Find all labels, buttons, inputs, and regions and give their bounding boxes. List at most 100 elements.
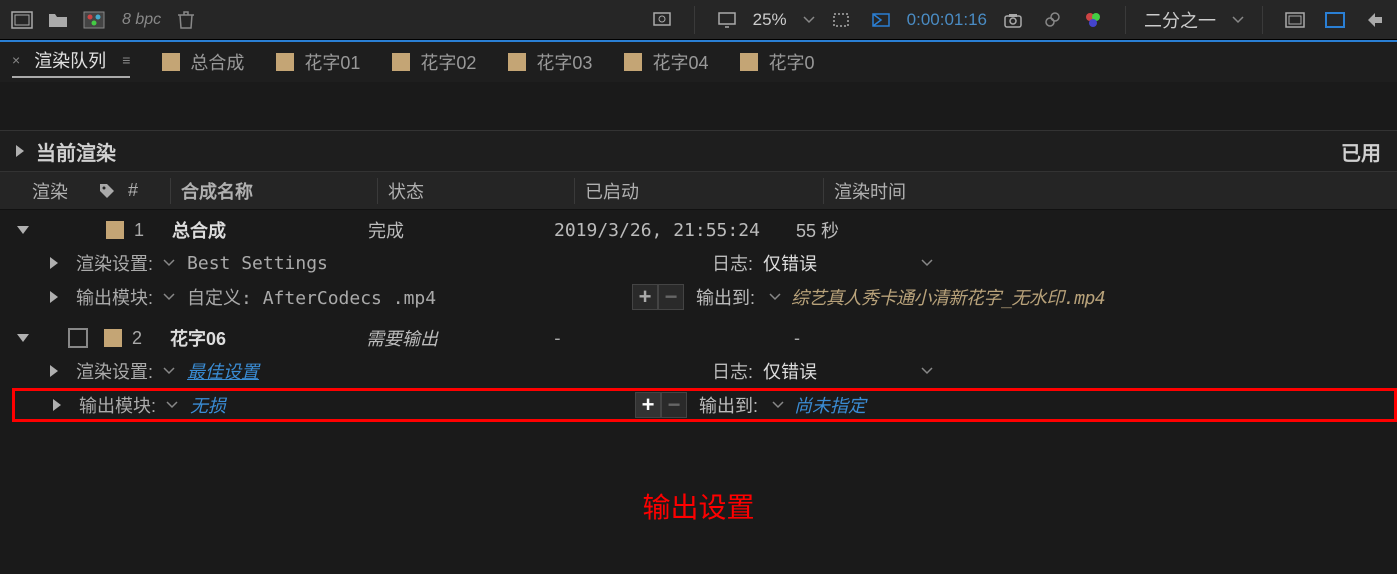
item-comp-name: 总合成 bbox=[172, 217, 368, 243]
item-number: 2 bbox=[132, 328, 170, 349]
output-to-label: 输出到: bbox=[699, 392, 758, 418]
render-settings-row: 渲染设置: 最佳设置 日志: 仅错误 bbox=[12, 354, 1397, 388]
monitor-icon[interactable] bbox=[713, 8, 741, 32]
tab-label: 总合成 bbox=[190, 49, 244, 75]
render-settings-label: 渲染设置: bbox=[76, 250, 153, 276]
top-toolbar: 8 bpc 25% 0:00:01:16 二分之一 bbox=[0, 0, 1397, 40]
timecode-display[interactable]: 0:00:01:16 bbox=[907, 10, 987, 30]
tab-composition[interactable]: 花字03 bbox=[508, 49, 592, 75]
expand-arrow[interactable] bbox=[44, 365, 64, 377]
resolution-dropdown[interactable]: 二分之一 bbox=[1144, 7, 1216, 33]
snapshot-icon[interactable] bbox=[999, 8, 1027, 32]
close-icon[interactable]: × bbox=[12, 52, 20, 68]
col-divider bbox=[170, 178, 171, 204]
col-render: 渲染 bbox=[32, 178, 98, 204]
toolbar-left: 8 bpc bbox=[0, 8, 197, 32]
expand-arrow[interactable] bbox=[14, 226, 32, 234]
chevron-down-icon[interactable] bbox=[1232, 16, 1244, 24]
output-module-value[interactable]: 无损 bbox=[190, 392, 226, 418]
chevron-down-icon[interactable] bbox=[163, 367, 179, 375]
zoom-dropdown[interactable]: 25% bbox=[753, 10, 787, 30]
col-tag-icon bbox=[98, 182, 128, 200]
tab-composition[interactable]: 花字02 bbox=[392, 49, 476, 75]
view-layout-icon[interactable] bbox=[1281, 8, 1309, 32]
item-color-swatch[interactable] bbox=[104, 329, 122, 347]
render-settings-value[interactable]: 最佳设置 bbox=[187, 358, 259, 384]
col-started: 已启动 bbox=[585, 178, 823, 204]
show-snapshot-icon[interactable] bbox=[1039, 8, 1067, 32]
output-path[interactable]: 综艺真人秀卡通小清新花字_无水印.mp4 bbox=[791, 284, 1105, 310]
divider bbox=[694, 6, 695, 34]
chevron-down-icon[interactable] bbox=[772, 401, 788, 409]
comp-swatch bbox=[276, 53, 294, 71]
tab-menu-icon[interactable]: ≡ bbox=[122, 52, 130, 68]
item-started: 2019/3/26, 21:55:24 bbox=[554, 220, 796, 241]
queue-item: 2 花字06 需要输出 - - 渲染设置: 最佳设置 日志: 仅错误 输出模块: bbox=[0, 318, 1397, 426]
output-path[interactable]: 尚未指定 bbox=[794, 392, 866, 418]
pixel-aspect-icon[interactable] bbox=[1321, 8, 1349, 32]
render-checkbox[interactable] bbox=[68, 328, 88, 348]
tab-label: 花字0 bbox=[768, 49, 814, 75]
item-comp-name: 花字06 bbox=[170, 325, 366, 351]
add-output-button[interactable]: + bbox=[632, 284, 658, 310]
chevron-down-icon[interactable] bbox=[921, 367, 933, 375]
channel-icon[interactable] bbox=[1079, 8, 1107, 32]
divider bbox=[1125, 6, 1126, 34]
tab-composition[interactable]: 花字04 bbox=[624, 49, 708, 75]
comp-swatch bbox=[740, 53, 758, 71]
log-dropdown[interactable]: 仅错误 bbox=[763, 358, 921, 384]
render-settings-row: 渲染设置: Best Settings 日志: 仅错误 bbox=[12, 246, 1397, 280]
preview-mode-icon[interactable] bbox=[648, 8, 676, 32]
item-started: - bbox=[552, 328, 794, 349]
expand-arrow[interactable] bbox=[44, 257, 64, 269]
tab-label: 花字01 bbox=[304, 49, 360, 75]
add-output-button[interactable]: + bbox=[635, 392, 661, 418]
chevron-down-icon[interactable] bbox=[769, 293, 785, 301]
expand-arrow[interactable] bbox=[47, 399, 67, 411]
render-settings-value[interactable]: Best Settings bbox=[187, 253, 328, 274]
expand-arrow[interactable] bbox=[44, 291, 64, 303]
item-color-swatch[interactable] bbox=[106, 221, 124, 239]
composition-icon[interactable] bbox=[8, 8, 36, 32]
tab-composition[interactable]: 花字0 bbox=[740, 49, 814, 75]
log-label: 日志: bbox=[712, 250, 753, 276]
tab-composition[interactable]: 总合成 bbox=[162, 49, 244, 75]
tab-label: 花字03 bbox=[536, 49, 592, 75]
remove-output-button[interactable]: − bbox=[661, 392, 687, 418]
mask-icon[interactable] bbox=[867, 8, 895, 32]
bpc-indicator[interactable]: 8 bpc bbox=[122, 11, 161, 29]
output-module-row: 输出模块: 无损 + − 输出到: 尚未指定 bbox=[12, 388, 1397, 422]
expand-arrow-icon[interactable] bbox=[16, 145, 24, 157]
item-main-row[interactable]: 1 总合成 完成 2019/3/26, 21:55:24 55 秒 bbox=[12, 214, 1397, 246]
col-divider bbox=[823, 178, 824, 204]
log-dropdown[interactable]: 仅错误 bbox=[763, 250, 921, 276]
output-module-label: 输出模块: bbox=[76, 284, 153, 310]
output-to-label: 输出到: bbox=[696, 284, 755, 310]
expand-arrow[interactable] bbox=[14, 334, 32, 342]
region-icon[interactable] bbox=[827, 8, 855, 32]
col-divider bbox=[574, 178, 575, 204]
tab-label: 渲染队列 bbox=[34, 47, 106, 73]
chevron-down-icon[interactable] bbox=[163, 293, 179, 301]
col-number: # bbox=[128, 180, 170, 201]
trash-icon[interactable] bbox=[177, 10, 197, 30]
comp-swatch bbox=[392, 53, 410, 71]
chevron-down-icon[interactable] bbox=[163, 259, 179, 267]
chevron-down-icon[interactable] bbox=[166, 401, 182, 409]
output-module-value[interactable]: 自定义: AfterCodecs .mp4 bbox=[187, 284, 436, 310]
annotation-text: 输出设置 bbox=[0, 486, 1397, 526]
fast-preview-icon[interactable] bbox=[1361, 8, 1389, 32]
divider bbox=[1262, 6, 1263, 34]
col-divider bbox=[377, 178, 378, 204]
item-main-row[interactable]: 2 花字06 需要输出 - - bbox=[12, 322, 1397, 354]
folder-icon[interactable] bbox=[44, 8, 72, 32]
tab-render-queue[interactable]: × 渲染队列 ≡ bbox=[12, 47, 130, 78]
remove-output-button[interactable]: − bbox=[658, 284, 684, 310]
item-render-time: - bbox=[794, 328, 994, 349]
tab-composition[interactable]: 花字01 bbox=[276, 49, 360, 75]
chevron-down-icon[interactable] bbox=[803, 16, 815, 24]
chevron-down-icon[interactable] bbox=[921, 259, 933, 267]
adjustment-layer-icon[interactable] bbox=[80, 8, 108, 32]
col-comp-name: 合成名称 bbox=[181, 178, 377, 204]
item-render-time: 55 秒 bbox=[796, 217, 996, 243]
